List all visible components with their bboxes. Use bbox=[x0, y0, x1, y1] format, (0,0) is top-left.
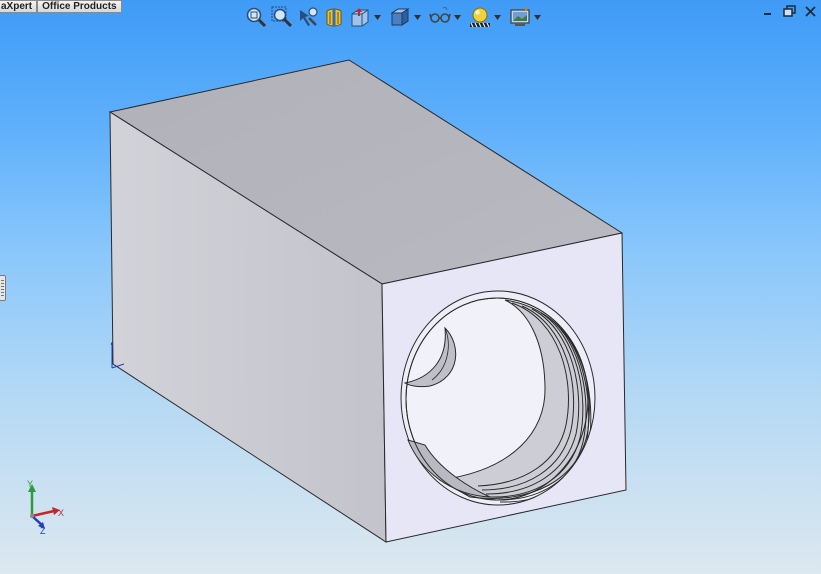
triad-y-label: Y bbox=[27, 479, 33, 489]
graphics-area[interactable]: aXpert Office Products Y X Z bbox=[0, 0, 821, 574]
triad-z-label: Z bbox=[40, 526, 46, 536]
triad-x-axis bbox=[31, 509, 55, 518]
triad-z-axis bbox=[31, 515, 43, 526]
reference-triad[interactable]: Y X Z bbox=[18, 478, 68, 536]
triad-x-label: X bbox=[58, 508, 64, 518]
part-model[interactable] bbox=[0, 0, 821, 574]
